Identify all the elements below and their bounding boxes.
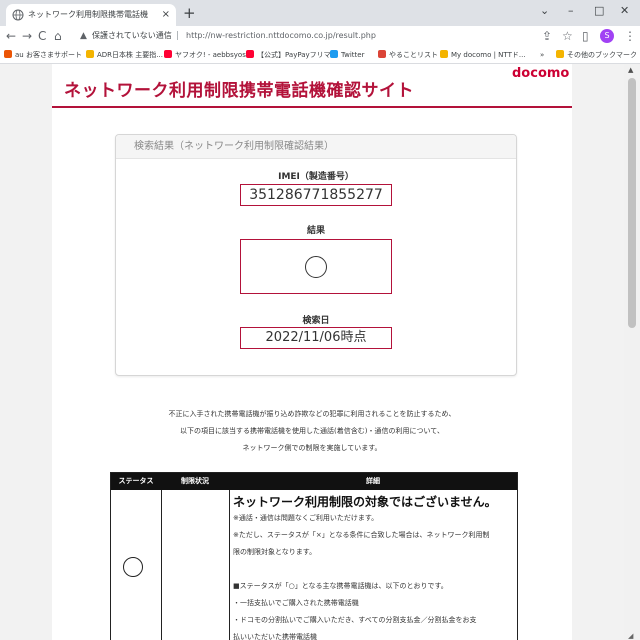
resize-grip-icon[interactable]: ◢ — [628, 632, 633, 640]
scrollbar-thumb[interactable] — [628, 78, 636, 328]
window-close-button[interactable]: ✕ — [620, 3, 629, 19]
bookmark-favicon-icon — [4, 50, 12, 58]
home-icon[interactable]: ⌂ — [54, 28, 62, 44]
page-title: ネットワーク利用制限携帯電話機確認サイト — [64, 81, 414, 101]
bookmark-item[interactable]: My docomo | NTTド... — [440, 49, 526, 61]
bookmark-item[interactable]: やることリスト — [378, 49, 438, 61]
twitter-icon — [330, 50, 338, 58]
column-divider — [229, 490, 230, 640]
maximize-button[interactable]: □ — [594, 3, 604, 19]
bookmark-favicon-icon — [164, 50, 172, 58]
star-icon[interactable]: ☆ — [562, 28, 573, 44]
bookmarks-overflow-button[interactable]: » — [540, 49, 544, 61]
page-viewport: ネットワーク利用制限携帯電話機確認サイト docomo 検索結果（ネットワーク利… — [0, 64, 624, 640]
scroll-up-arrow-icon[interactable]: ▲ — [628, 66, 633, 74]
search-date-value: 2022/11/06時点 — [240, 327, 392, 349]
security-status[interactable]: 保護されていない通信 — [92, 30, 172, 42]
reload-icon[interactable]: C — [38, 28, 46, 44]
tab-active[interactable]: ネットワーク利用制限携帯電話機確 × — [6, 4, 176, 26]
back-arrow-icon[interactable]: ← — [6, 28, 16, 44]
result-card: 検索結果（ネットワーク利用制限確認結果） IMEI（製造番号） 35128677… — [115, 134, 517, 376]
url-text[interactable]: http://nw-restriction.nttdocomo.co.jp/re… — [186, 30, 376, 42]
vertical-scrollbar[interactable]: ▲ — [624, 64, 640, 640]
detail-line: 払いいただいた携帯電話機 — [233, 633, 317, 640]
bookmark-item[interactable]: au お客さまサポート — [4, 49, 82, 61]
notice-line: ネットワーク側での制限を実施しています。 — [242, 444, 382, 452]
forward-arrow-icon[interactable]: → — [22, 28, 32, 44]
address-bar[interactable]: ▲ 保護されていない通信 | http://nw-restriction.ntt… — [76, 27, 556, 45]
minimize-button[interactable]: – — [568, 3, 574, 19]
detail-line: 限の制限対象となります。 — [233, 548, 317, 556]
notice-line: 不正に入手された携帯電話機が振り込め詐欺などの犯罪に利用されることを防止するため… — [168, 410, 456, 418]
bookmark-favicon-icon — [378, 50, 386, 58]
detail-line: ・ドコモの分割払いでご購入いただき、すべての分割支払金／分割払金をお支 — [233, 616, 477, 624]
detail-line: ■ステータスが「○」となる主な携帯電話機は、以下のとおりです。 — [233, 582, 448, 590]
docomo-logo[interactable]: docomo — [512, 66, 569, 81]
status-ok-icon — [123, 557, 143, 577]
imei-value: 351286771855277 — [240, 184, 392, 206]
page-content: ネットワーク利用制限携帯電話機確認サイト docomo 検索結果（ネットワーク利… — [52, 64, 572, 640]
result-value — [240, 239, 392, 294]
kebab-menu-icon[interactable]: ⋮ — [624, 28, 636, 44]
result-card-title: 検索結果（ネットワーク利用制限確認結果） — [134, 141, 334, 152]
site-header: ネットワーク利用制限携帯電話機確認サイト docomo — [52, 64, 572, 108]
column-header-detail: 詳細 — [366, 477, 380, 485]
side-panel-icon[interactable]: ▯ — [582, 28, 589, 44]
globe-icon — [12, 9, 24, 21]
bookmarks-bar: au お客さまサポート ADR日本株 主要指... ヤフオク! - aebbsy… — [0, 46, 640, 64]
detail-line: ※通話・通信は問題なくご利用いただけます。 — [233, 514, 379, 522]
imei-label: IMEI（製造番号） — [278, 172, 354, 182]
tab-title: ネットワーク利用制限携帯電話機確 — [28, 10, 148, 19]
search-date-label: 検索日 — [302, 316, 330, 326]
detail-line: ・一括支払いでご購入された携帯電話機 — [233, 599, 359, 607]
warning-icon[interactable]: ▲ — [80, 29, 87, 43]
bookmark-favicon-icon — [440, 50, 448, 58]
table-header-row: ステータス 制限状況 詳細 — [111, 473, 517, 490]
bookmark-favicon-icon — [86, 50, 94, 58]
close-icon[interactable]: × — [162, 8, 170, 22]
detail-line: ※ただし、ステータスが「×」となる条件に合致した場合は、ネットワーク利用制 — [233, 531, 490, 539]
result-label: 結果 — [306, 226, 325, 236]
bookmark-item[interactable]: 【公式】PayPayフリマ... — [246, 49, 337, 61]
column-header-restriction: 制限状況 — [181, 477, 209, 485]
bookmark-item[interactable]: ヤフオク! - aebbsyos... — [164, 49, 253, 61]
folder-icon — [556, 50, 564, 58]
circle-ok-icon — [305, 256, 327, 278]
notice-line: 以下の項目に該当する携帯電話機を使用した通話(着信含む)・通信の利用について、 — [180, 427, 444, 435]
chevron-down-icon[interactable]: ⌄ — [540, 3, 549, 19]
tab-strip: ネットワーク利用制限携帯電話機確 × + ⌄ – □ ✕ — [0, 0, 640, 26]
detail-heading: ネットワーク利用制限の対象ではございません。 — [233, 495, 497, 509]
bookmark-folder[interactable]: その他のブックマーク — [556, 49, 637, 61]
column-divider — [161, 490, 162, 640]
new-tab-button[interactable]: + — [183, 4, 196, 22]
share-icon[interactable]: ⇪ — [542, 28, 552, 44]
result-card-header: 検索結果（ネットワーク利用制限確認結果） — [116, 135, 516, 159]
avatar[interactable]: S — [600, 29, 614, 43]
bookmark-favicon-icon — [246, 50, 254, 58]
url-divider: | — [176, 31, 180, 41]
bookmark-item[interactable]: ADR日本株 主要指... — [86, 49, 163, 61]
column-header-status: ステータス — [118, 477, 154, 485]
browser-toolbar: ← → C ⌂ ▲ 保護されていない通信 | http://nw-restric… — [0, 26, 640, 46]
bookmark-item[interactable]: Twitter — [330, 49, 364, 61]
status-table: ステータス 制限状況 詳細 ネットワーク利用制限の対象ではございません。 ※通話… — [110, 472, 518, 640]
